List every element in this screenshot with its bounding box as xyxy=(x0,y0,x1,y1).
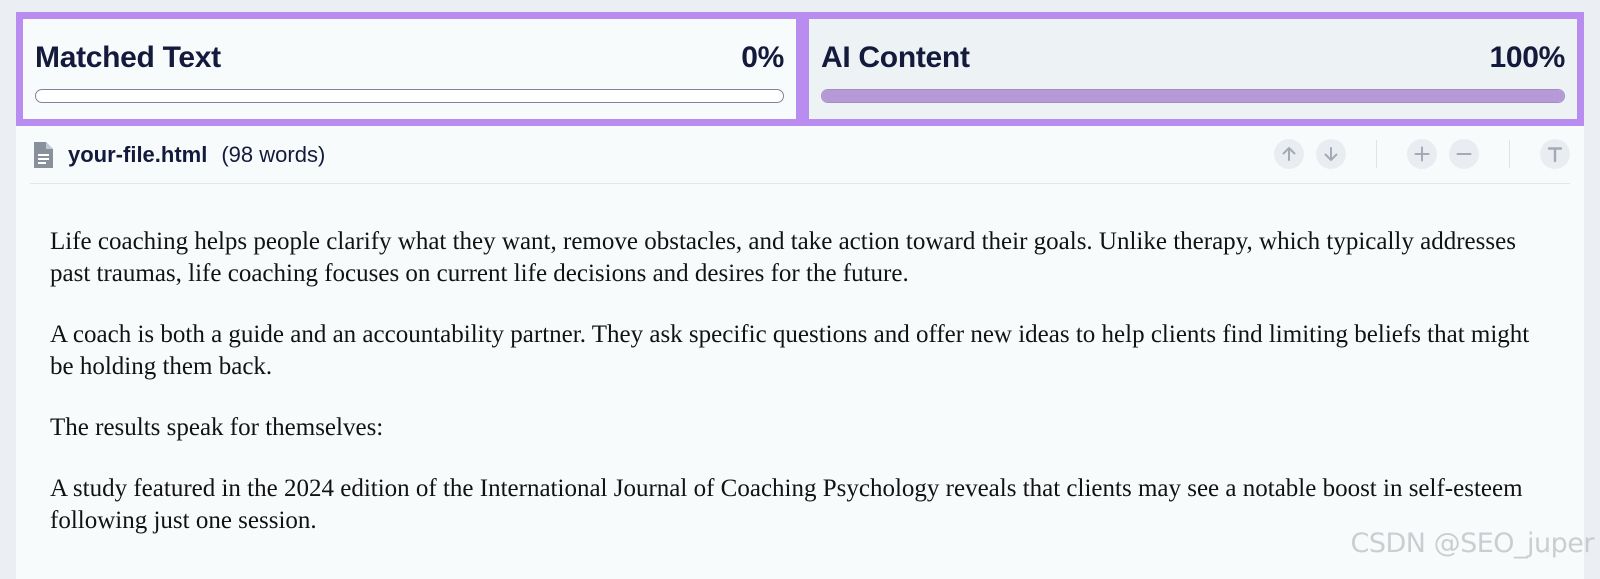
document-content: Life coaching helps people clarify what … xyxy=(50,226,1550,566)
arrow-up-icon[interactable] xyxy=(1274,139,1304,169)
ai-content-header: AI Content 100% xyxy=(821,41,1565,75)
document-toolbar: your-file.html (98 words) xyxy=(30,126,1570,184)
arrow-down-icon[interactable] xyxy=(1316,139,1346,169)
document-panel: your-file.html (98 words) Life coaching … xyxy=(16,126,1584,579)
ai-content-card[interactable]: AI Content 100% xyxy=(803,12,1584,126)
matched-text-percent: 0% xyxy=(741,41,784,74)
ai-content-label: AI Content xyxy=(821,41,970,74)
ai-content-percent: 100% xyxy=(1489,41,1565,74)
toolbar-divider xyxy=(1376,140,1377,168)
matched-text-label: Matched Text xyxy=(35,41,221,74)
document-icon xyxy=(32,141,54,169)
matched-text-progress-bar xyxy=(35,89,784,103)
paragraph: A coach is both a guide and an accountab… xyxy=(50,321,1530,380)
paragraph: The results speak for themselves: xyxy=(50,414,384,441)
paragraph: A study featured in the 2024 edition of … xyxy=(50,475,1523,534)
text-format-icon[interactable] xyxy=(1540,139,1570,169)
ai-content-progress-bar xyxy=(821,89,1565,103)
watermark: CSDN @SEO_juper xyxy=(1350,528,1595,559)
minus-icon[interactable] xyxy=(1449,139,1479,169)
document-tools xyxy=(1262,139,1570,169)
matched-text-card[interactable]: Matched Text 0% xyxy=(16,12,803,126)
ai-content-progress-fill xyxy=(822,90,1564,102)
matched-text-header: Matched Text 0% xyxy=(35,41,784,75)
score-panels: Matched Text 0% AI Content 100% xyxy=(16,12,1584,126)
paragraph: Life coaching helps people clarify what … xyxy=(50,228,1516,287)
toolbar-divider xyxy=(1509,140,1510,168)
file-name: your-file.html xyxy=(68,141,208,167)
word-count: (98 words) xyxy=(221,141,326,167)
plus-icon[interactable] xyxy=(1407,139,1437,169)
